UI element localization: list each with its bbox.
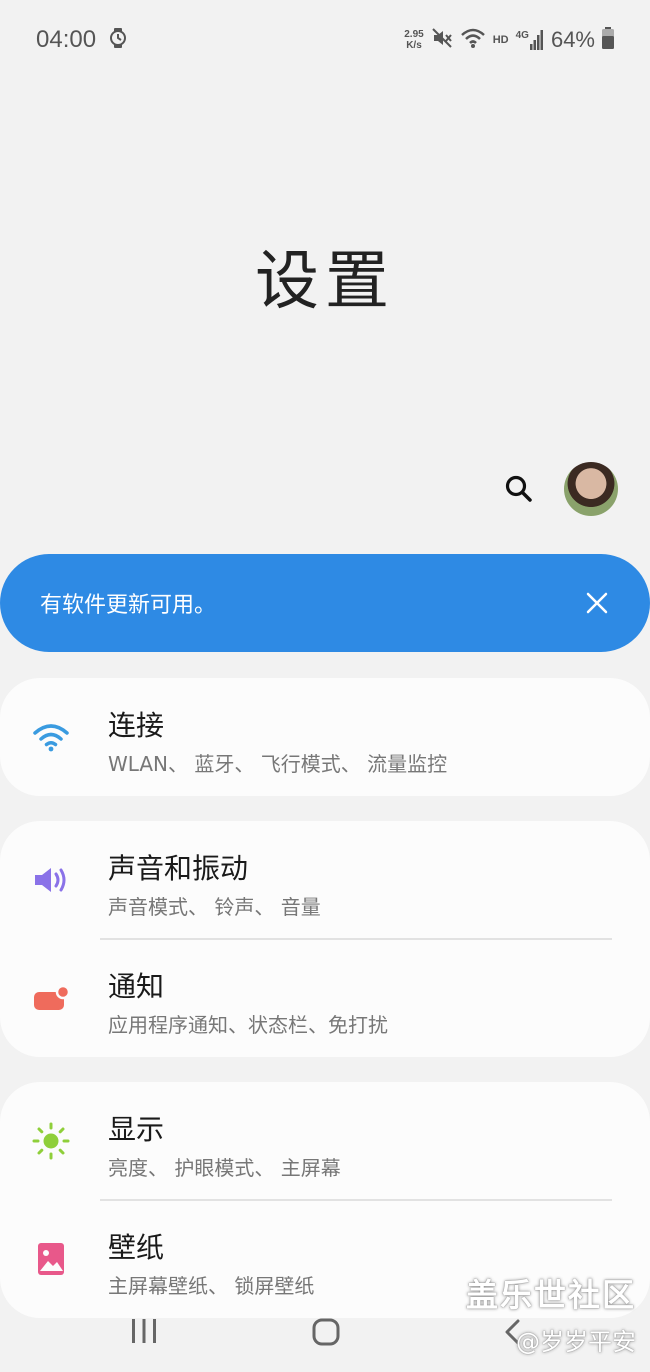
battery-percent: 64% xyxy=(550,27,595,52)
settings-item-connections[interactable]: 连接 WLAN、 蓝牙、 飞行模式、 流量监控 xyxy=(0,678,650,796)
network-speed: 2.95 K/s xyxy=(404,29,423,51)
page-title: 设置 xyxy=(255,245,395,319)
settings-item-subtitle: 应用程序通知、状态栏、免打扰 xyxy=(108,1013,388,1037)
wifi-icon xyxy=(32,718,70,756)
settings-item-notifications[interactable]: 通知 应用程序通知、状态栏、免打扰 xyxy=(0,939,650,1057)
status-right: 2.95 K/s HD 4G 64% xyxy=(404,27,614,53)
network-type: 4G xyxy=(515,30,529,41)
speed-value: 2.95 xyxy=(404,29,424,40)
search-icon[interactable] xyxy=(504,474,534,504)
brightness-icon xyxy=(32,1122,70,1160)
wallpaper-icon xyxy=(32,1240,70,1278)
avatar[interactable] xyxy=(564,462,618,516)
close-icon[interactable] xyxy=(584,590,610,616)
software-update-banner[interactable]: 有软件更新可用。 xyxy=(0,554,650,652)
battery-icon xyxy=(602,27,614,53)
speed-unit: K/s xyxy=(406,40,422,51)
settings-item-title: 声音和振动 xyxy=(108,852,249,885)
settings-item-subtitle: 声音模式、 铃声、 音量 xyxy=(108,895,321,919)
settings-item-subtitle: 主屏幕壁纸、 锁屏壁纸 xyxy=(108,1274,315,1298)
status-left: 04:00 xyxy=(36,26,128,54)
status-bar: 04:00 2.95 K/s HD 4G 64% xyxy=(0,0,650,80)
settings-item-title: 壁纸 xyxy=(108,1231,165,1264)
watermark-user: @岁岁平安 xyxy=(516,1328,636,1356)
settings-item-sound[interactable]: 声音和振动 声音模式、 铃声、 音量 xyxy=(0,821,650,939)
top-actions xyxy=(504,462,618,516)
notification-icon xyxy=(32,979,70,1017)
settings-item-subtitle: 亮度、 护眼模式、 主屏幕 xyxy=(108,1156,341,1180)
mute-icon xyxy=(431,27,453,53)
settings-card-connections: 连接 WLAN、 蓝牙、 飞行模式、 流量监控 xyxy=(0,678,650,796)
watermark-title: 盖乐世社区 xyxy=(465,1276,636,1314)
settings-item-display[interactable]: 显示 亮度、 护眼模式、 主屏幕 xyxy=(0,1082,650,1200)
watermark: 盖乐世社区 @岁岁平安 xyxy=(466,1270,636,1357)
volume-icon xyxy=(32,861,70,899)
title-area: 设置 xyxy=(0,230,650,322)
wifi-status-icon xyxy=(460,27,486,53)
settings-item-title: 通知 xyxy=(108,970,165,1003)
watch-icon xyxy=(108,27,128,53)
settings-item-title: 连接 xyxy=(108,709,165,742)
recent-apps-button[interactable] xyxy=(130,1318,158,1348)
signal-icon: 4G xyxy=(516,30,544,50)
settings-card-sound-notifications: 声音和振动 声音模式、 铃声、 音量 通知 应用程序通知、状态栏、免打扰 xyxy=(0,821,650,1057)
settings-item-title: 显示 xyxy=(108,1113,165,1146)
settings-item-subtitle: WLAN、 蓝牙、 飞行模式、 流量监控 xyxy=(108,752,448,776)
update-banner-text: 有软件更新可用。 xyxy=(40,593,217,618)
clock: 04:00 xyxy=(36,26,97,53)
hd-indicator: HD xyxy=(492,34,509,46)
home-button[interactable] xyxy=(312,1318,340,1350)
